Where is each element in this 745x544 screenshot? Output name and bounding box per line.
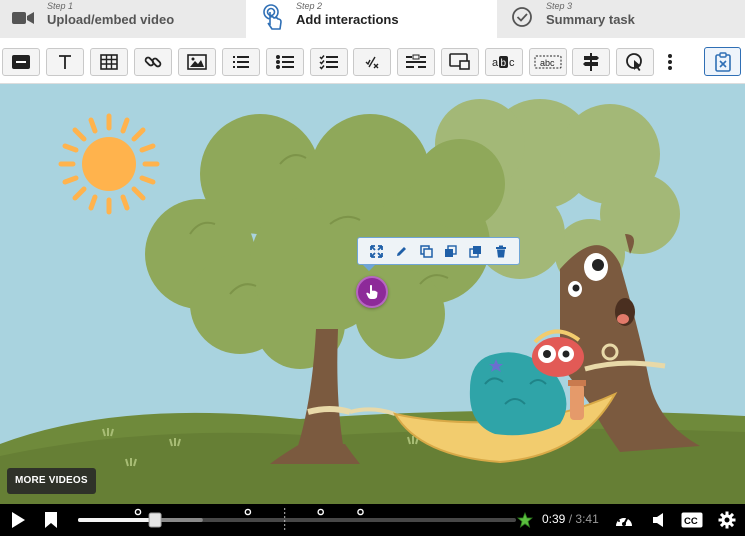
seek-handle xyxy=(148,512,162,528)
interaction-hotspot[interactable] xyxy=(356,276,388,308)
svg-text:abc: abc xyxy=(540,58,555,68)
drag-text-tool-button[interactable]: abc xyxy=(529,48,567,76)
seek-played xyxy=(78,518,156,522)
hotspot-icon xyxy=(626,53,642,71)
label-icon xyxy=(12,55,30,69)
step-label: Step 1 xyxy=(47,1,74,11)
vertical-dots-icon xyxy=(668,54,672,70)
time-separator: / xyxy=(568,512,573,526)
step-label: Step 3 xyxy=(546,1,573,11)
text-tool-button[interactable] xyxy=(46,48,84,76)
star-icon xyxy=(517,512,533,528)
image-icon xyxy=(187,54,207,70)
touch-icon xyxy=(262,3,284,38)
true-false-icon xyxy=(365,56,379,69)
captions-icon: CC xyxy=(681,512,703,528)
drag-question-icon xyxy=(449,53,470,70)
hand-pointer-icon xyxy=(366,285,378,299)
play-icon xyxy=(12,512,25,528)
label-tool-button[interactable] xyxy=(2,48,40,76)
time-display: 0:39 / 3:41 xyxy=(542,512,599,526)
bookmark-button[interactable] xyxy=(40,504,62,536)
single-choice-icon xyxy=(276,55,294,69)
playback-rate-button[interactable] xyxy=(612,504,636,536)
signpost-icon xyxy=(583,53,599,71)
true-false-tool-button[interactable] xyxy=(353,48,391,76)
step-label: Step 2 xyxy=(296,1,323,11)
interaction-marker[interactable] xyxy=(244,508,252,516)
volume-icon xyxy=(653,513,663,527)
interaction-marker[interactable] xyxy=(357,508,364,516)
gear-icon xyxy=(718,511,736,529)
play-button[interactable] xyxy=(6,504,30,536)
table-tool-button[interactable] xyxy=(90,48,128,76)
bring-front-icon[interactable] xyxy=(442,242,460,260)
sun-graphic xyxy=(58,113,160,215)
svg-text:a: a xyxy=(492,57,499,69)
fill-in-blanks-tool-button[interactable] xyxy=(397,48,435,76)
interaction-toolbar: abc abc xyxy=(0,38,745,84)
duration: 3:41 xyxy=(575,512,599,526)
send-back-icon[interactable] xyxy=(467,242,485,260)
player-controls: 0:39 / 3:41 CC xyxy=(0,504,745,536)
step-add-interactions[interactable]: Step 2 Add interactions xyxy=(246,0,497,38)
link-tool-button[interactable] xyxy=(134,48,172,76)
current-time: 0:39 xyxy=(542,512,566,526)
bottom-strip xyxy=(0,536,745,544)
step-upload-embed[interactable]: Step 1 Upload/embed video xyxy=(0,0,246,38)
step-title: Summary task xyxy=(546,12,635,27)
clipboard-close-icon xyxy=(714,51,731,72)
video-camera-icon xyxy=(12,10,34,31)
link-icon xyxy=(144,56,162,68)
interaction-marker[interactable] xyxy=(317,508,324,516)
captions-button[interactable]: CC xyxy=(680,504,704,536)
multiple-choice-icon xyxy=(319,55,338,70)
crossroads-tool-button[interactable] xyxy=(572,48,610,76)
more-tools-button[interactable] xyxy=(659,48,681,76)
settings-button[interactable] xyxy=(716,504,738,536)
clipboard-close-button[interactable] xyxy=(704,47,741,76)
copy-icon[interactable] xyxy=(417,242,435,260)
mark-words-tool-button[interactable]: abc xyxy=(485,48,523,76)
step-title: Upload/embed video xyxy=(47,12,175,27)
edit-icon[interactable] xyxy=(392,242,410,260)
seek-bar[interactable] xyxy=(72,504,522,536)
bookmark-icon xyxy=(45,512,57,528)
mark-words-icon: abc xyxy=(492,56,515,69)
check-circle-icon xyxy=(511,6,533,33)
more-videos-button[interactable]: MORE VIDEOS xyxy=(7,468,96,494)
steps-bar: Step 1 Upload/embed video Step 2 Add int… xyxy=(0,0,745,38)
single-choice-tool-button[interactable] xyxy=(266,48,304,76)
step-title: Add interactions xyxy=(296,12,399,27)
interaction-marker[interactable] xyxy=(134,508,142,516)
drag-question-tool-button[interactable] xyxy=(441,48,479,76)
text-icon xyxy=(59,55,71,69)
svg-text:c: c xyxy=(509,57,515,69)
statements-tool-button[interactable] xyxy=(222,48,260,76)
fill-blanks-icon xyxy=(406,54,426,68)
svg-text:b: b xyxy=(501,58,507,69)
delete-icon[interactable] xyxy=(492,242,510,260)
svg-text:CC: CC xyxy=(684,516,698,527)
fullscreen-icon[interactable] xyxy=(367,242,385,260)
accent-star-indicator xyxy=(515,504,535,536)
step-summary-task[interactable]: Step 3 Summary task xyxy=(497,0,745,38)
interaction-edit-toolbar xyxy=(357,237,520,271)
image-tool-button[interactable] xyxy=(178,48,216,76)
drag-text-icon: abc xyxy=(534,55,562,69)
list-icon xyxy=(233,56,249,68)
multiple-choice-tool-button[interactable] xyxy=(310,48,348,76)
navigation-hotspot-tool-button[interactable] xyxy=(616,48,654,76)
table-icon xyxy=(100,54,118,70)
mute-button[interactable] xyxy=(650,504,668,536)
video-stage[interactable]: MORE VIDEOS xyxy=(0,84,745,504)
speedometer-icon xyxy=(616,515,632,526)
